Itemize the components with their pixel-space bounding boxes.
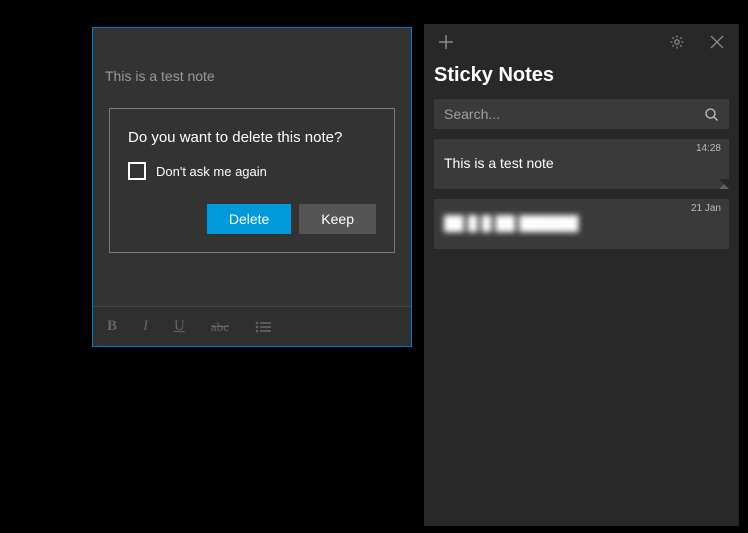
search-input[interactable] — [434, 106, 699, 122]
note-fold-corner — [719, 179, 729, 189]
close-button[interactable] — [705, 30, 729, 54]
search-icon[interactable] — [699, 102, 723, 126]
note-list-item[interactable]: 14:28This is a test note — [434, 139, 729, 189]
note-editor-window: This is a test note Do you want to delet… — [92, 27, 412, 347]
note-item-preview: This is a test note — [444, 155, 719, 171]
dialog-actions: Delete Keep — [128, 204, 376, 234]
search-box[interactable] — [434, 99, 729, 129]
note-body[interactable]: This is a test note Do you want to delet… — [93, 28, 411, 306]
dialog-title: Do you want to delete this note? — [128, 129, 376, 146]
italic-button[interactable]: I — [143, 318, 148, 335]
delete-button[interactable]: Delete — [207, 204, 291, 234]
note-item-time: 21 Jan — [691, 203, 721, 214]
note-item-time: 14:28 — [696, 143, 721, 154]
keep-button[interactable]: Keep — [299, 204, 376, 234]
settings-button[interactable] — [665, 30, 689, 54]
list-header — [434, 24, 729, 60]
dont-ask-checkbox[interactable] — [128, 162, 146, 180]
dont-ask-row: Don't ask me again — [128, 162, 376, 180]
note-content: This is a test note — [105, 40, 399, 84]
underline-button[interactable]: U — [174, 318, 185, 335]
format-bar: B I U abc — [93, 306, 411, 346]
app-title: Sticky Notes — [434, 64, 729, 87]
notes-list-pane: Sticky Notes 14:28This is a test note 21 … — [424, 24, 739, 526]
bold-button[interactable]: B — [107, 318, 117, 335]
dont-ask-label: Don't ask me again — [156, 164, 267, 179]
notes-container: 14:28This is a test note 21 Jan██ █ █ ██ … — [434, 139, 729, 259]
bullet-list-button[interactable] — [255, 321, 271, 333]
note-list-item[interactable]: 21 Jan██ █ █ ██ ██████ — [434, 199, 729, 249]
new-note-button[interactable] — [434, 30, 458, 54]
note-item-preview: ██ █ █ ██ ██████ — [444, 215, 719, 231]
delete-confirm-dialog: Do you want to delete this note? Don't a… — [109, 108, 395, 253]
strike-button[interactable]: abc — [211, 319, 229, 335]
